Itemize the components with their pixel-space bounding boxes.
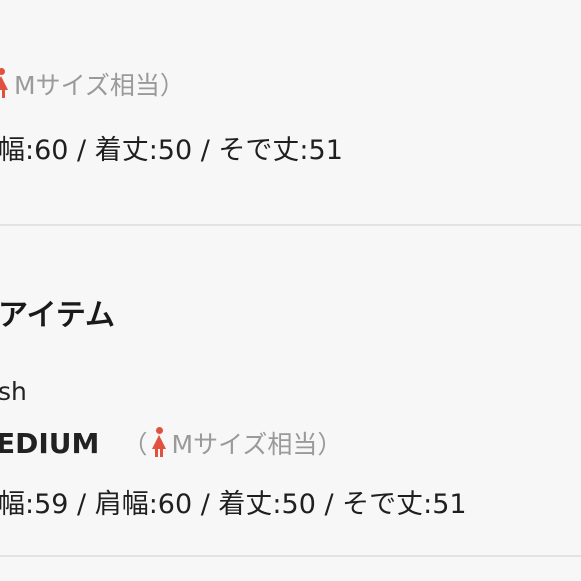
section-divider — [0, 224, 581, 226]
section-divider — [0, 555, 581, 557]
item-details-screen: Mサイズ相当） 幅:60 / 着丈:50 / そで丈:51 アイテム sh ED… — [0, 0, 581, 581]
measurements-bottom: 幅:59 / 肩幅:60 / 着丈:50 / そで丈:51 — [0, 489, 467, 520]
size-note-open-paren: （ — [122, 430, 148, 459]
measurements-top: 幅:60 / 着丈:50 / そで丈:51 — [0, 135, 343, 166]
person-icon — [0, 68, 8, 98]
size-note-text: Mサイズ相当） — [171, 430, 343, 459]
size-note-row-top: Mサイズ相当） — [0, 66, 185, 102]
size-label: EDIUM — [0, 427, 100, 460]
size-note-text: Mサイズ相当） — [14, 71, 185, 100]
person-icon — [151, 427, 166, 457]
brand-name[interactable]: sh — [0, 377, 27, 406]
size-row: EDIUM （ Mサイズ相当） — [0, 425, 342, 461]
section-heading: アイテム — [0, 298, 115, 333]
